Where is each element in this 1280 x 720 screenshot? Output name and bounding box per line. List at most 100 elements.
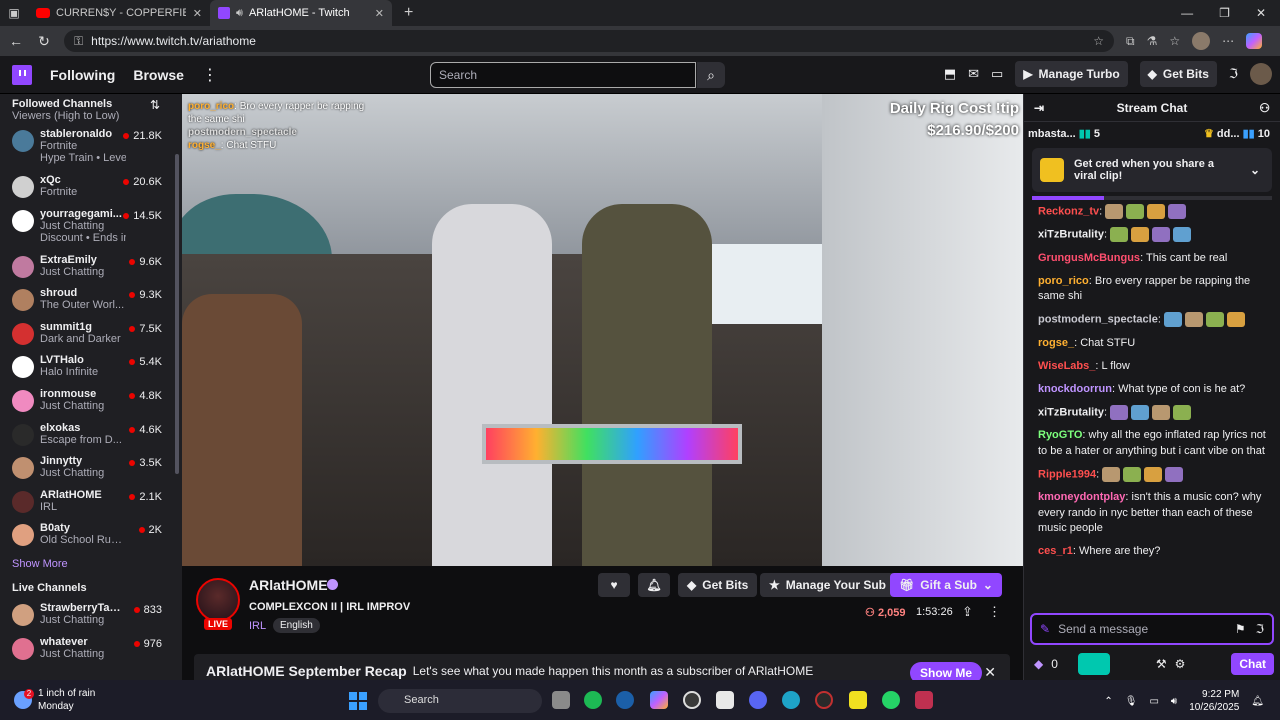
favorite-star-icon[interactable]: ☆	[1093, 34, 1104, 48]
file-explorer-icon[interactable]	[552, 691, 570, 709]
whispers-icon[interactable]: ▭	[991, 66, 1003, 82]
follow-heart-button[interactable]: ♥	[598, 573, 630, 597]
back-icon[interactable]: ←	[8, 33, 24, 49]
whatsapp-icon[interactable]	[882, 691, 900, 709]
chat-username[interactable]: xiTzBrutality	[1038, 406, 1104, 418]
copilot-icon[interactable]	[1246, 33, 1263, 49]
sidebar-channel[interactable]: LVTHalo Halo Infinite 5.4K	[0, 350, 182, 384]
tab-actions-icon[interactable]: ▣	[0, 6, 28, 20]
spotify-icon[interactable]	[584, 691, 602, 709]
close-tab-icon[interactable]: ✕	[193, 7, 202, 20]
sidebar-channel[interactable]: ironmouse Just Chatting 4.8K	[0, 384, 182, 418]
chat-username[interactable]: xiTzBrutality	[1038, 229, 1104, 241]
streamer-name[interactable]: ARlatHOME	[249, 577, 328, 593]
video-player[interactable]: poro_rico: Bro every rapper be rapping t…	[182, 94, 1023, 566]
nav-following[interactable]: Following	[50, 67, 115, 83]
sidebar-channel[interactable]: StrawberryTabby Just Chatting 833	[0, 598, 182, 632]
collapse-chat-icon[interactable]: ⇥	[1034, 101, 1044, 115]
steam-icon[interactable]	[616, 691, 634, 709]
sidebar-channel[interactable]: ExtraEmily Just Chatting 9.6K	[0, 250, 182, 284]
gift-sub-button[interactable]: 🎁︎ Gift a Sub ⌄	[890, 573, 1002, 597]
tab-twitch[interactable]: 🔊︎ ARlatHOME - Twitch ✕	[210, 0, 392, 26]
chat-username[interactable]: RyoGTO	[1038, 429, 1082, 441]
menu-dots-icon[interactable]: ⋯	[1222, 34, 1234, 48]
flask-icon[interactable]: ⚗	[1147, 34, 1158, 48]
audio-app-icon[interactable]	[915, 691, 933, 709]
share-icon[interactable]: ⇪	[962, 604, 973, 620]
maximize-icon[interactable]: ❐	[1219, 6, 1230, 20]
mod-tools-icon[interactable]: ⚒	[1156, 657, 1167, 671]
emote-icon[interactable]	[1123, 466, 1142, 482]
emote-icon[interactable]: ⚑	[1235, 622, 1246, 636]
chat-username[interactable]: knockdoorrun	[1038, 383, 1112, 395]
chat-username[interactable]: poro_rico	[1038, 275, 1089, 287]
sidebar-channel[interactable]: elxokas Escape from D... 4.6K	[0, 418, 182, 452]
community-icon[interactable]: ⚇	[1259, 101, 1270, 115]
emote-icon[interactable]	[1205, 312, 1224, 328]
sidebar-channel[interactable]: yourragegami... Just Chatting Discount • E…	[0, 204, 182, 250]
clock[interactable]: 9:22 PM 10/26/2025	[1189, 688, 1239, 714]
clip-promo-card[interactable]: Get cred when you share a viral clip! ⌄	[1032, 148, 1272, 192]
sidebar-channel[interactable]: summit1g Dark and Darker 7.5K	[0, 317, 182, 351]
chat-username[interactable]: WiseLabs_	[1038, 360, 1095, 372]
store-icon[interactable]	[716, 691, 734, 709]
manage-turbo-button[interactable]: ▶ Manage Turbo	[1015, 61, 1128, 87]
emote-icon[interactable]	[1184, 312, 1203, 328]
bits-icon[interactable]: ◆	[1034, 657, 1043, 671]
chat-username[interactable]: rogse_	[1038, 337, 1074, 349]
tray-overflow-icon[interactable]: ⌃	[1104, 696, 1112, 707]
emote-icon[interactable]	[1105, 204, 1124, 219]
chat-username[interactable]: GrungusMcBungus	[1038, 252, 1140, 264]
emote-icon[interactable]	[1173, 227, 1192, 243]
leaderboard-right[interactable]: ♛ dd... ▮▮ 10	[1204, 127, 1270, 140]
obs-icon[interactable]	[683, 691, 701, 709]
emote-icon[interactable]	[1163, 312, 1182, 328]
emote-icon[interactable]	[1144, 466, 1163, 482]
chat-username[interactable]: Reckonz_tv	[1038, 205, 1099, 217]
emote-icon[interactable]	[1102, 466, 1121, 482]
emote-icon[interactable]	[1147, 204, 1166, 219]
chat-send-button[interactable]: Chat	[1231, 653, 1274, 675]
sidebar-channel[interactable]: xQc Fortnite 20.6K	[0, 170, 182, 204]
settings-gear-icon[interactable]: ⚙	[1175, 657, 1186, 671]
emote-icon[interactable]	[1131, 404, 1150, 420]
emote-icon[interactable]	[1152, 227, 1171, 243]
extensions-icon[interactable]: ⧉	[1126, 34, 1135, 49]
drops-icon[interactable]: ⬒	[944, 66, 956, 82]
notification-bell-icon[interactable]: 🔔︎	[1251, 696, 1264, 707]
leaderboard-left[interactable]: mbasta... ▮▮ 5	[1028, 127, 1100, 140]
emote-icon[interactable]	[1126, 204, 1145, 219]
emote-icon[interactable]	[1110, 404, 1129, 420]
site-info-icon[interactable]: ⚿	[74, 34, 83, 49]
sidebar-scrollbar[interactable]	[175, 154, 179, 474]
nav-browse[interactable]: Browse	[133, 67, 184, 83]
inbox-icon[interactable]: ✉	[968, 66, 979, 82]
refresh-icon[interactable]: ↻	[36, 33, 52, 50]
show-more-link[interactable]: Show More	[0, 552, 182, 576]
discord-icon[interactable]	[749, 691, 767, 709]
sidebar-channel[interactable]: ARlatHOME IRL 2.1K	[0, 485, 182, 519]
profile-avatar[interactable]	[1192, 32, 1211, 50]
translate-icon[interactable]: ℑ	[1229, 66, 1238, 82]
sidebar-channel[interactable]: B0aty Old School Run... 2K	[0, 518, 182, 552]
language-tag[interactable]: English	[273, 618, 320, 633]
translate-icon[interactable]: ℑ	[1256, 622, 1264, 636]
manage-sub-button[interactable]: ★ Manage Your Sub	[760, 573, 896, 597]
emote-icon[interactable]	[1173, 404, 1192, 420]
url-field[interactable]: ⚿ https://www.twitch.tv/ariathome ☆	[64, 30, 1114, 52]
twitch-logo-icon[interactable]	[12, 64, 32, 85]
streamlabs-icon[interactable]	[815, 691, 833, 709]
streamer-avatar[interactable]	[196, 578, 240, 622]
chat-username[interactable]: ces_r1	[1038, 545, 1073, 557]
emote-icon[interactable]	[1165, 466, 1184, 482]
sidebar-channel[interactable]: whatever Just Chatting 976	[0, 632, 182, 666]
volume-icon[interactable]: 🔊︎	[1171, 696, 1177, 707]
tab-youtube[interactable]: CURREN$Y - COPPERFIELD COUF ✕	[28, 0, 210, 26]
speaker-icon[interactable]: 🔊︎	[236, 7, 243, 20]
network-icon[interactable]: ▭	[1149, 696, 1158, 707]
category-link[interactable]: IRL	[249, 620, 266, 632]
chat-username[interactable]: postmodern_spectacle	[1038, 314, 1158, 326]
search-input[interactable]: Search	[430, 62, 696, 88]
taskbar-search[interactable]: Search	[378, 689, 542, 713]
get-bits-button[interactable]: ◆ Get Bits	[1139, 61, 1217, 87]
